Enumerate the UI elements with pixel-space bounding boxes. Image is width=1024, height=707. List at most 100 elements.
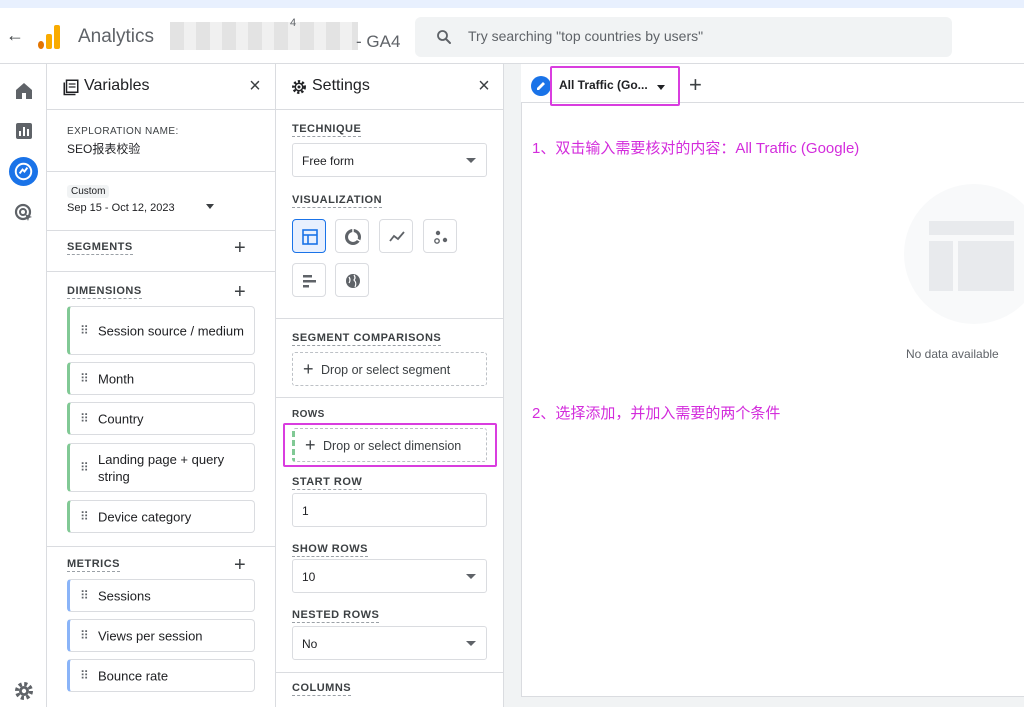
search-icon: [437, 30, 451, 44]
metric-chip[interactable]: ⠿ Bounce rate: [67, 659, 255, 692]
dimensions-label: DIMENSIONS: [67, 285, 142, 299]
exploration-name-label: EXPLORATION NAME:: [67, 126, 179, 137]
table-icon: [302, 229, 318, 245]
add-metric-icon[interactable]: +: [234, 555, 246, 575]
variables-header: Variables ×: [47, 64, 275, 110]
divider: [47, 171, 275, 172]
technique-label: TECHNIQUE: [292, 123, 362, 137]
search-placeholder: Try searching "top countries by users": [468, 28, 704, 44]
variables-panel: Variables × EXPLORATION NAME: SEO报表校验 Cu…: [47, 64, 276, 707]
search-bar[interactable]: Try searching "top countries by users": [415, 17, 952, 57]
no-data-illustration: [904, 184, 1024, 324]
account-hint: 4: [290, 17, 297, 29]
dimension-chip[interactable]: ⠿ Device category: [67, 500, 255, 533]
segment-drop-zone[interactable]: + Drop or select segment: [292, 352, 487, 386]
nav-rail: [0, 64, 47, 707]
divider: [276, 397, 503, 398]
nested-rows-label: NESTED ROWS: [292, 609, 380, 623]
donut-chart-icon: [345, 229, 361, 245]
segment-comparisons-label: SEGMENT COMPARISONS: [292, 332, 442, 346]
arrow-left-icon[interactable]: ←: [4, 24, 26, 46]
add-dimension-icon[interactable]: +: [234, 282, 246, 302]
dimension-chip[interactable]: ⠿ Landing page + query string: [67, 443, 255, 492]
add-tab-icon[interactable]: +: [689, 74, 702, 96]
dimension-chip[interactable]: ⠿ Session source / medium: [67, 306, 255, 355]
close-icon[interactable]: ×: [474, 76, 494, 96]
reports-icon[interactable]: [12, 119, 36, 143]
chevron-down-icon: [466, 158, 476, 163]
start-row-input[interactable]: 1: [292, 493, 487, 527]
dimension-chip[interactable]: ⠿ Month: [67, 362, 255, 395]
annotation-step-2: 2、选择添加，并加入需要的两个条件: [532, 405, 781, 422]
divider: [47, 546, 275, 547]
geo-map-icon: [346, 274, 360, 288]
drag-handle-icon[interactable]: ⠿: [80, 629, 90, 641]
advertising-icon[interactable]: [12, 201, 36, 225]
visualization-label: VISUALIZATION: [292, 194, 383, 208]
divider: [47, 271, 275, 272]
date-range[interactable]: Sep 15 - Oct 12, 2023: [67, 202, 175, 214]
divider: [276, 318, 503, 319]
bar-viz-button[interactable]: [292, 263, 326, 297]
drag-handle-icon[interactable]: ⠿: [80, 324, 90, 336]
canvas-area: All Traffic (Go... + No data available: [504, 64, 1024, 707]
exploration-name[interactable]: SEO报表校验: [67, 140, 140, 157]
technique-select[interactable]: Free form: [292, 143, 487, 177]
empty-table-icon: [929, 221, 1014, 291]
start-row-label: START ROW: [292, 476, 363, 490]
line-viz-button[interactable]: [379, 219, 413, 253]
metric-chip[interactable]: ⠿ Views per session: [67, 619, 255, 652]
chevron-down-icon: [466, 641, 476, 646]
account-name-blurred[interactable]: [170, 22, 358, 50]
chevron-down-icon: [466, 574, 476, 579]
table-viz-button[interactable]: [292, 219, 326, 253]
property-name[interactable]: - GA4: [356, 32, 400, 52]
scatter-chart-icon: [434, 230, 448, 244]
annotation-highlight-tab: [550, 66, 680, 106]
analytics-logo: [38, 25, 62, 49]
settings-panel: Settings × TECHNIQUE Free form VISUALIZA…: [276, 64, 504, 707]
add-segment-icon[interactable]: +: [234, 238, 246, 258]
home-icon[interactable]: [12, 79, 36, 103]
settings-gear-icon: [292, 80, 306, 94]
annotation-highlight-rows: [283, 423, 497, 467]
drag-handle-icon[interactable]: ⠿: [80, 461, 90, 473]
show-rows-select[interactable]: 10: [292, 559, 487, 593]
variables-title: Variables: [84, 77, 150, 94]
app-header: ← Analytics 4 - GA4 Try searching "top c…: [0, 8, 1024, 64]
drag-handle-icon[interactable]: ⠿: [80, 669, 90, 681]
segments-label: SEGMENTS: [67, 241, 133, 255]
explore-icon[interactable]: [8, 156, 39, 187]
dimension-chip[interactable]: ⠿ Country: [67, 402, 255, 435]
bar-chart-icon: [303, 275, 316, 288]
app-title: Analytics: [78, 26, 155, 47]
drag-handle-icon[interactable]: ⠿: [80, 510, 90, 522]
edit-icon[interactable]: [531, 76, 551, 96]
canvas-card: No data available: [521, 102, 1024, 697]
donut-viz-button[interactable]: [335, 219, 369, 253]
annotation-step-1: 1、双击输入需要核对的内容：All Traffic (Google): [532, 140, 860, 157]
metrics-label: METRICS: [67, 558, 120, 572]
no-data-text: No data available: [906, 347, 999, 361]
close-icon[interactable]: ×: [245, 76, 265, 96]
date-badge: Custom: [67, 185, 110, 198]
columns-label: COLUMNS: [292, 682, 352, 696]
nested-rows-select[interactable]: No: [292, 626, 487, 660]
gear-icon[interactable]: [12, 679, 36, 703]
drag-handle-icon[interactable]: ⠿: [80, 589, 90, 601]
geo-viz-button[interactable]: [335, 263, 369, 297]
metric-chip[interactable]: ⠿ Sessions: [67, 579, 255, 612]
drag-handle-icon[interactable]: ⠿: [80, 372, 90, 384]
scatter-viz-button[interactable]: [423, 219, 457, 253]
divider: [276, 672, 503, 673]
rows-label: ROWS: [292, 409, 325, 420]
variables-icon: [63, 79, 79, 96]
browser-top-strip: [0, 0, 1024, 8]
divider: [47, 230, 275, 231]
drag-handle-icon[interactable]: ⠿: [80, 412, 90, 424]
settings-header: Settings ×: [276, 64, 503, 110]
show-rows-label: SHOW ROWS: [292, 543, 368, 557]
line-chart-icon: [389, 231, 405, 242]
chevron-down-icon[interactable]: [206, 204, 214, 209]
settings-title: Settings: [312, 77, 370, 94]
